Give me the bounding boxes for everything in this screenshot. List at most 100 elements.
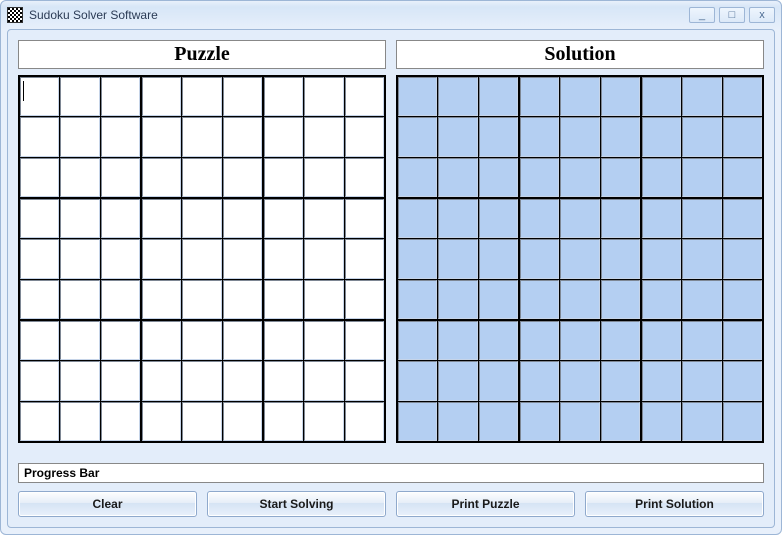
puzzle-cell[interactable]	[142, 199, 181, 238]
puzzle-cell[interactable]	[182, 321, 221, 360]
puzzle-cell[interactable]	[345, 239, 384, 278]
puzzle-cell[interactable]	[60, 158, 99, 197]
puzzle-cell[interactable]	[264, 199, 303, 238]
puzzle-cell[interactable]	[223, 239, 262, 278]
puzzle-cell[interactable]	[345, 280, 384, 319]
puzzle-cell[interactable]	[101, 239, 140, 278]
puzzle-cell[interactable]	[345, 321, 384, 360]
puzzle-cell[interactable]	[20, 239, 59, 278]
puzzle-cell[interactable]	[264, 158, 303, 197]
solution-cell	[642, 117, 681, 156]
puzzle-cell[interactable]	[142, 239, 181, 278]
solution-cell	[398, 158, 437, 197]
puzzle-cell[interactable]	[142, 280, 181, 319]
print-puzzle-button[interactable]: Print Puzzle	[396, 491, 575, 517]
puzzle-cell[interactable]	[223, 199, 262, 238]
solution-cell	[560, 77, 599, 116]
puzzle-cell[interactable]	[304, 117, 343, 156]
puzzle-cell[interactable]	[304, 77, 343, 116]
puzzle-cell[interactable]	[304, 158, 343, 197]
maximize-button[interactable]: □	[719, 7, 745, 23]
puzzle-cell[interactable]	[101, 361, 140, 400]
puzzle-cell[interactable]	[142, 117, 181, 156]
minimize-button[interactable]: _	[689, 7, 715, 23]
solution-cell	[723, 199, 762, 238]
puzzle-cell[interactable]	[20, 361, 59, 400]
puzzle-cell[interactable]	[264, 402, 303, 441]
puzzle-cell[interactable]	[60, 77, 99, 116]
puzzle-cell[interactable]	[20, 321, 59, 360]
puzzle-cell[interactable]	[345, 77, 384, 116]
puzzle-cell[interactable]	[182, 158, 221, 197]
clear-button[interactable]: Clear	[18, 491, 197, 517]
puzzle-cell[interactable]	[264, 239, 303, 278]
puzzle-cell[interactable]	[60, 239, 99, 278]
puzzle-cell[interactable]	[101, 158, 140, 197]
puzzle-cell[interactable]	[223, 402, 262, 441]
puzzle-cell[interactable]	[345, 117, 384, 156]
puzzle-cell[interactable]	[223, 158, 262, 197]
print-solution-button[interactable]: Print Solution	[585, 491, 764, 517]
puzzle-cell[interactable]	[223, 77, 262, 116]
puzzle-cell[interactable]	[182, 280, 221, 319]
puzzle-cell[interactable]	[264, 321, 303, 360]
app-window: Sudoku Solver Software _ □ x Puzzle Solu…	[0, 0, 782, 535]
close-button[interactable]: x	[749, 7, 775, 23]
puzzle-cell[interactable]	[101, 77, 140, 116]
puzzle-cell[interactable]	[345, 199, 384, 238]
puzzle-cell[interactable]	[20, 77, 59, 116]
puzzle-cell[interactable]	[345, 158, 384, 197]
puzzle-cell[interactable]	[223, 361, 262, 400]
solution-cell	[601, 280, 640, 319]
start-solving-button[interactable]: Start Solving	[207, 491, 386, 517]
puzzle-cell[interactable]	[101, 280, 140, 319]
puzzle-cell[interactable]	[60, 402, 99, 441]
titlebar[interactable]: Sudoku Solver Software _ □ x	[1, 1, 781, 29]
puzzle-cell[interactable]	[101, 117, 140, 156]
panels-row: Puzzle Solution	[18, 40, 764, 455]
puzzle-cell[interactable]	[223, 321, 262, 360]
solution-cell	[723, 239, 762, 278]
puzzle-cell[interactable]	[304, 402, 343, 441]
puzzle-cell[interactable]	[304, 199, 343, 238]
puzzle-cell[interactable]	[304, 280, 343, 319]
puzzle-cell[interactable]	[182, 361, 221, 400]
puzzle-cell[interactable]	[182, 77, 221, 116]
puzzle-cell[interactable]	[60, 321, 99, 360]
puzzle-cell[interactable]	[304, 361, 343, 400]
solution-cell	[438, 321, 477, 360]
puzzle-cell[interactable]	[20, 158, 59, 197]
puzzle-cell[interactable]	[142, 402, 181, 441]
puzzle-cell[interactable]	[101, 321, 140, 360]
puzzle-cell[interactable]	[182, 199, 221, 238]
puzzle-cell[interactable]	[142, 361, 181, 400]
puzzle-cell[interactable]	[60, 199, 99, 238]
puzzle-cell[interactable]	[20, 402, 59, 441]
puzzle-cell[interactable]	[223, 280, 262, 319]
puzzle-cell[interactable]	[20, 199, 59, 238]
puzzle-cell[interactable]	[182, 117, 221, 156]
puzzle-cell[interactable]	[20, 280, 59, 319]
puzzle-cell[interactable]	[101, 199, 140, 238]
puzzle-cell[interactable]	[60, 280, 99, 319]
puzzle-cell[interactable]	[20, 117, 59, 156]
solution-cell	[438, 199, 477, 238]
puzzle-cell[interactable]	[264, 117, 303, 156]
puzzle-cell[interactable]	[60, 361, 99, 400]
puzzle-cell[interactable]	[142, 321, 181, 360]
puzzle-cell[interactable]	[264, 77, 303, 116]
puzzle-grid[interactable]	[18, 75, 386, 443]
puzzle-cell[interactable]	[142, 77, 181, 116]
puzzle-cell[interactable]	[304, 239, 343, 278]
puzzle-cell[interactable]	[101, 402, 140, 441]
puzzle-cell[interactable]	[345, 361, 384, 400]
puzzle-cell[interactable]	[304, 321, 343, 360]
puzzle-cell[interactable]	[142, 158, 181, 197]
puzzle-cell[interactable]	[345, 402, 384, 441]
puzzle-cell[interactable]	[182, 402, 221, 441]
puzzle-cell[interactable]	[223, 117, 262, 156]
puzzle-cell[interactable]	[264, 361, 303, 400]
puzzle-cell[interactable]	[60, 117, 99, 156]
puzzle-cell[interactable]	[264, 280, 303, 319]
puzzle-cell[interactable]	[182, 239, 221, 278]
